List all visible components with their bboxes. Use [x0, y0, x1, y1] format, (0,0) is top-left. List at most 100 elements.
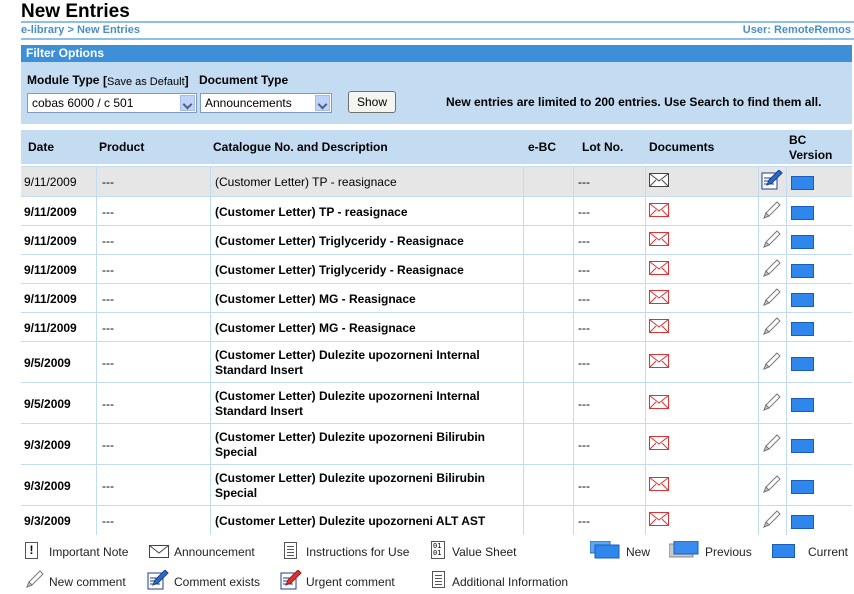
bc-version-current-icon[interactable] — [791, 398, 815, 415]
row-product: --- — [102, 514, 114, 528]
column-divider — [758, 313, 759, 341]
bc-version-current-icon[interactable] — [791, 439, 815, 456]
bc-version-current-icon[interactable] — [791, 322, 815, 339]
row-description[interactable]: (Customer Letter) Dulezite upozorneni In… — [215, 389, 480, 404]
row-description[interactable]: (Customer Letter) TP - reasignace — [215, 175, 397, 190]
column-divider — [96, 255, 97, 283]
announcement-envelope-icon[interactable] — [649, 173, 669, 190]
user-label: User: RemoteRemos — [742, 24, 851, 36]
table-row[interactable]: 9/11/2009 --- (Customer Letter) Triglyceri… — [21, 225, 852, 254]
row-description[interactable]: (Customer Letter) MG - Reasignace — [215, 321, 416, 336]
breadcrumb-link-elibrary[interactable]: e-library — [21, 24, 64, 36]
announcement-envelope-icon[interactable] — [649, 395, 669, 412]
table-row[interactable]: 9/11/2009 --- (Customer Letter) MG - Reasi… — [21, 312, 852, 341]
bc-version-current-icon[interactable] — [791, 264, 815, 281]
table-row[interactable]: 9/3/2009 --- (Customer Letter) Dulezite up… — [21, 423, 852, 464]
row-description[interactable]: (Customer Letter) Dulezite upozorneni In… — [215, 348, 480, 363]
col-ebc[interactable]: e-BC — [528, 140, 556, 154]
show-button[interactable]: Show — [348, 91, 396, 113]
bc-version-current-icon[interactable] — [791, 293, 815, 310]
legend-important-note: Important Note — [49, 545, 129, 559]
table-row[interactable]: 9/3/2009 --- (Customer Letter) Dulezite up… — [21, 505, 852, 535]
column-divider — [573, 342, 574, 382]
row-lot: --- — [578, 514, 590, 528]
row-lot: --- — [578, 321, 590, 335]
column-divider — [210, 506, 211, 535]
col-product[interactable]: Product — [99, 140, 144, 154]
bc-version-current-icon[interactable] — [791, 176, 815, 193]
table-row[interactable]: 9/11/2009 --- (Customer Letter) TP - reasi… — [21, 196, 852, 225]
bc-version-current-icon[interactable] — [791, 206, 815, 223]
table-row[interactable]: 9/11/2009 --- (Customer Letter) MG - Reasi… — [21, 283, 852, 312]
bc-version-current-icon[interactable] — [791, 357, 815, 374]
row-description-line2[interactable]: Special — [215, 486, 257, 501]
row-description[interactable]: (Customer Letter) Triglyceridy - Reasign… — [215, 263, 464, 278]
subheader-rule — [21, 38, 854, 40]
row-product: --- — [102, 175, 114, 189]
row-description-line2[interactable]: Standard Insert — [215, 363, 303, 378]
chevron-down-icon[interactable] — [180, 95, 195, 111]
row-product: --- — [102, 356, 114, 370]
announcement-envelope-icon[interactable] — [649, 290, 669, 307]
table-row[interactable]: 9/3/2009 --- (Customer Letter) Dulezite up… — [21, 464, 852, 505]
column-divider — [210, 167, 211, 196]
announcement-envelope-icon[interactable] — [649, 512, 669, 529]
column-divider — [210, 383, 211, 423]
pencil-icon[interactable] — [761, 200, 783, 223]
announcement-envelope-icon[interactable] — [649, 477, 669, 494]
col-bc-version: BC Version — [789, 133, 833, 162]
row-description[interactable]: (Customer Letter) MG - Reasignace — [215, 292, 416, 307]
announcement-envelope-icon[interactable] — [649, 203, 669, 220]
chevron-down-icon[interactable] — [315, 95, 330, 111]
pencil-icon[interactable] — [761, 433, 783, 456]
save-as-default-link[interactable]: Save as Default — [107, 76, 185, 88]
row-description[interactable]: (Customer Letter) Dulezite upozorneni AL… — [215, 514, 485, 529]
bc-version-current-icon[interactable] — [791, 515, 815, 532]
announcement-envelope-icon[interactable] — [649, 232, 669, 249]
table-row[interactable]: 9/11/2009 --- (Customer Letter) Triglyceri… — [21, 254, 852, 283]
pencil-icon[interactable] — [761, 229, 783, 252]
bc-version-current-icon[interactable] — [791, 235, 815, 252]
row-description[interactable]: (Customer Letter) Triglyceridy - Reasign… — [215, 234, 464, 249]
row-lot: --- — [578, 356, 590, 370]
pencil-icon[interactable] — [761, 509, 783, 532]
row-description[interactable]: (Customer Letter) Dulezite upozorneni Bi… — [215, 430, 485, 445]
row-date: 9/11/2009 — [24, 205, 77, 219]
document-type-select[interactable]: Announcements — [200, 93, 332, 113]
pencil-icon[interactable] — [761, 392, 783, 415]
col-catalogue[interactable]: Catalogue No. and Description — [213, 140, 388, 154]
pencil-icon[interactable] — [761, 351, 783, 374]
bc-version-current-icon[interactable] — [791, 480, 815, 497]
breadcrumb: e-library > New Entries — [21, 24, 140, 36]
announcement-envelope-icon[interactable] — [649, 436, 669, 453]
table-row[interactable]: 9/11/2009 --- (Customer Letter) TP - reasi… — [21, 166, 852, 196]
row-date: 9/3/2009 — [24, 514, 71, 528]
col-documents: Documents — [649, 140, 715, 154]
col-date[interactable]: Date — [28, 140, 54, 154]
pencil-icon[interactable] — [761, 258, 783, 281]
row-description[interactable]: (Customer Letter) TP - reasignace — [215, 205, 408, 220]
pencil-icon[interactable] — [761, 316, 783, 339]
comment-exists-icon[interactable] — [761, 169, 783, 193]
legend-announcement: Announcement — [174, 545, 255, 559]
announcement-envelope-icon[interactable] — [649, 261, 669, 278]
pencil-icon[interactable] — [761, 474, 783, 497]
column-divider — [210, 424, 211, 464]
breadcrumb-current[interactable]: New Entries — [77, 24, 140, 36]
column-divider — [786, 313, 787, 341]
row-description[interactable]: (Customer Letter) Dulezite upozorneni Bi… — [215, 471, 485, 486]
row-description-line2[interactable]: Special — [215, 445, 257, 460]
row-description-line2[interactable]: Standard Insert — [215, 404, 303, 419]
pencil-icon[interactable] — [761, 287, 783, 310]
table-header: Date Product Catalogue No. and Descripti… — [21, 130, 852, 164]
module-type-select[interactable]: cobas 6000 / c 501 — [27, 93, 197, 113]
legend-urgent-comment: Urgent comment — [306, 575, 395, 589]
table-row[interactable]: 9/5/2009 --- (Customer Letter) Dulezite up… — [21, 382, 852, 423]
column-divider — [645, 197, 646, 225]
column-divider — [210, 465, 211, 505]
announcement-envelope-icon[interactable] — [649, 319, 669, 336]
announcement-envelope-icon[interactable] — [649, 354, 669, 371]
table-row[interactable]: 9/5/2009 --- (Customer Letter) Dulezite up… — [21, 341, 852, 382]
row-product: --- — [102, 397, 114, 411]
col-lot[interactable]: Lot No. — [582, 140, 623, 154]
